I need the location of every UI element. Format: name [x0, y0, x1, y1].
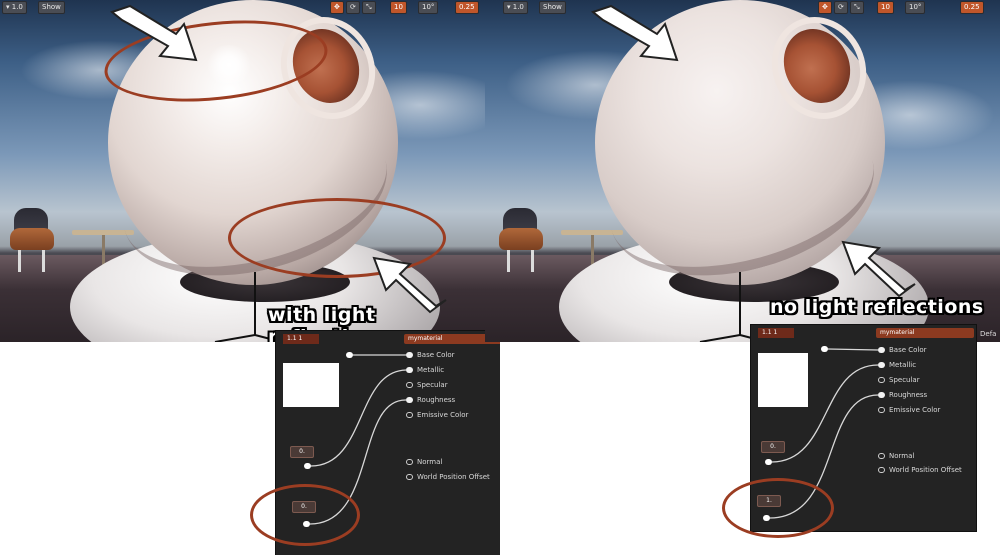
comparison-panel-no-reflections: ▾ 1.0 Show ✥ ⟳ ⤡ 10 10° 0.25 no light re… — [485, 0, 1000, 555]
comparison-panel-with-reflections: ▾ 1.0 Show ✥ ⟳ ⤡ 10 10° 0.25 with light … — [0, 0, 500, 555]
comparison-label: no light reflections — [770, 296, 984, 318]
arrow-icon — [109, 4, 447, 314]
viewport-3d[interactable]: ▾ 1.0 Show ✥ ⟳ ⤡ 10 10° 0.25 — [485, 0, 1000, 342]
annotation-arrows — [109, 4, 447, 342]
arrow-icon — [590, 4, 916, 298]
view-mode-label: Defa — [980, 330, 997, 338]
viewport-3d[interactable]: ▾ 1.0 Show ✥ ⟳ ⤡ 10 10° 0.25 — [0, 0, 500, 342]
annotation-arrows — [590, 4, 916, 342]
annotation-ellipse-node — [250, 484, 360, 546]
annotation-ellipse-node — [722, 478, 834, 538]
